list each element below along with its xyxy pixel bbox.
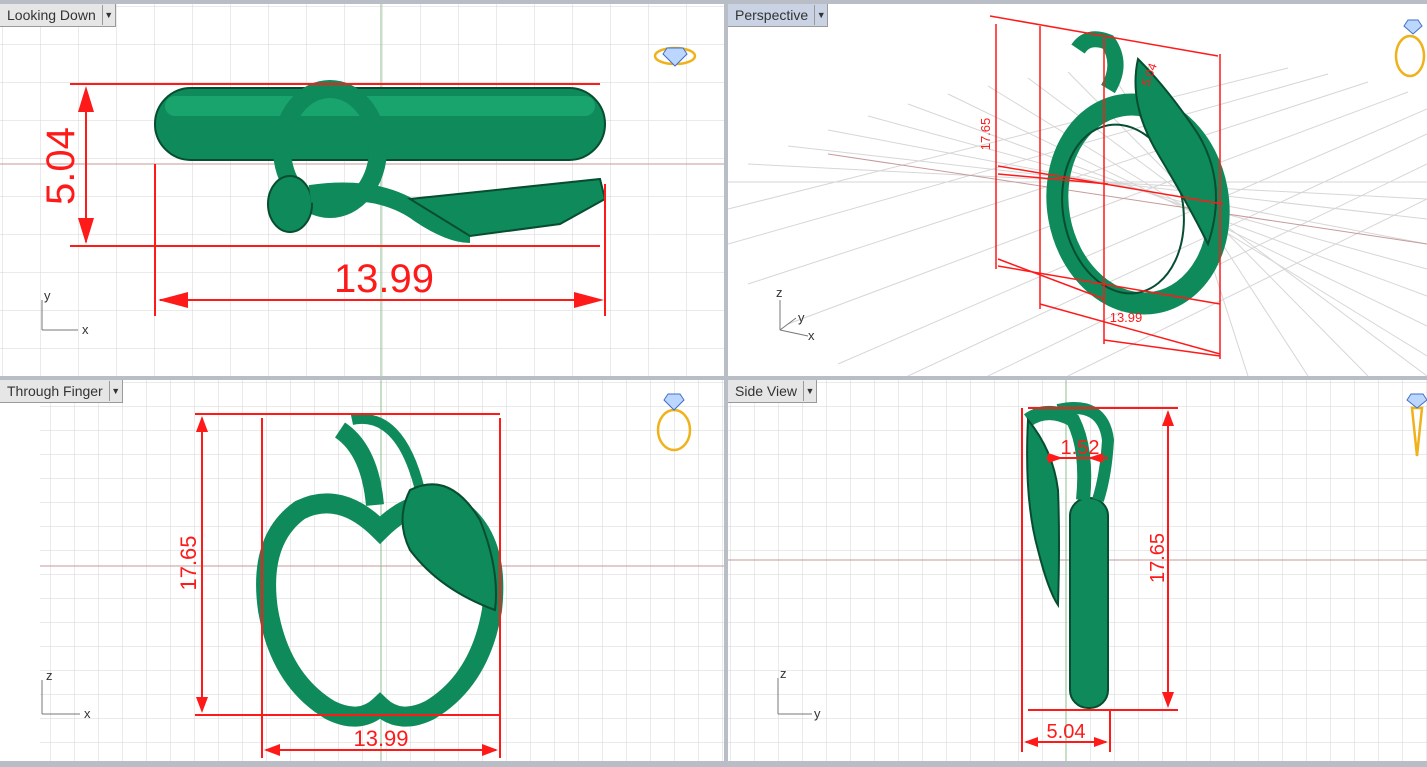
viewport-looking-down[interactable]: Looking Down ▼ 5.04 13.99 y x xyxy=(0,4,724,376)
axis-label: z xyxy=(46,668,53,683)
model-view: 5.04 13.99 y x xyxy=(39,46,697,337)
dimension-label: 13.99 xyxy=(334,257,434,301)
viewport-tab[interactable]: Looking Down ▼ xyxy=(0,4,116,27)
axis-label: x xyxy=(808,328,815,343)
axis-indicator xyxy=(777,678,812,715)
dimension-label: 17.65 xyxy=(1147,533,1169,583)
axis-label: y xyxy=(44,288,51,303)
dimension-label: 1.52 xyxy=(1061,437,1100,459)
viewport-title: Side View xyxy=(735,383,798,399)
viewport-tab[interactable]: Through Finger ▼ xyxy=(0,380,123,403)
viewport-title: Looking Down xyxy=(7,7,96,23)
viewport-side-view[interactable]: Side View ▼ 1.52 17.65 5.04 z y xyxy=(728,380,1427,761)
leaf xyxy=(401,483,497,612)
ring-side-view-icon xyxy=(1406,393,1427,457)
viewport-through-finger[interactable]: Through Finger ▼ 17.65 13.99 z x xyxy=(0,380,724,761)
dimension-label: 5.04 xyxy=(39,127,83,205)
axis-label: y xyxy=(814,706,821,721)
dimension-label: 17.65 xyxy=(978,118,993,151)
model-view: 1.52 17.65 5.04 z y xyxy=(777,393,1427,752)
model-view: 17.65 13.99 5.04 z y x xyxy=(776,15,1426,359)
dimension-label: 17.65 xyxy=(176,535,201,590)
axis-label: x xyxy=(84,706,91,721)
viewport-tab[interactable]: Side View ▼ xyxy=(728,380,818,403)
chevron-down-icon[interactable]: ▼ xyxy=(101,5,115,25)
ring-body xyxy=(1069,497,1109,709)
dimension-label: 5.04 xyxy=(1047,721,1086,743)
viewport-title: Through Finger xyxy=(7,383,103,399)
axis-indicator xyxy=(41,300,78,331)
ring-perspective-icon xyxy=(1394,19,1426,78)
axis-indicator xyxy=(41,680,80,715)
ring-front-view-icon xyxy=(656,393,692,452)
axis-label: y xyxy=(798,310,805,325)
ring-top-view-icon xyxy=(653,46,697,67)
chevron-down-icon[interactable]: ▼ xyxy=(814,5,827,25)
stem xyxy=(334,422,384,506)
model-view: 17.65 13.99 z x xyxy=(41,393,692,758)
viewport-tab[interactable]: Perspective ▼ xyxy=(728,4,829,27)
chevron-down-icon[interactable]: ▼ xyxy=(108,381,122,401)
axis-label: z xyxy=(776,285,783,300)
dimension-label: 13.99 xyxy=(1110,310,1143,325)
viewport-title: Perspective xyxy=(735,7,809,23)
viewport-perspective[interactable]: Perspective ▼ 17.65 13.99 5.04 z y x xyxy=(728,4,1427,376)
dimension-label: 13.99 xyxy=(353,726,408,751)
axis-label: x xyxy=(82,322,89,337)
axis-label: z xyxy=(780,666,787,681)
leaf xyxy=(1026,417,1060,609)
chevron-down-icon[interactable]: ▼ xyxy=(803,381,816,401)
